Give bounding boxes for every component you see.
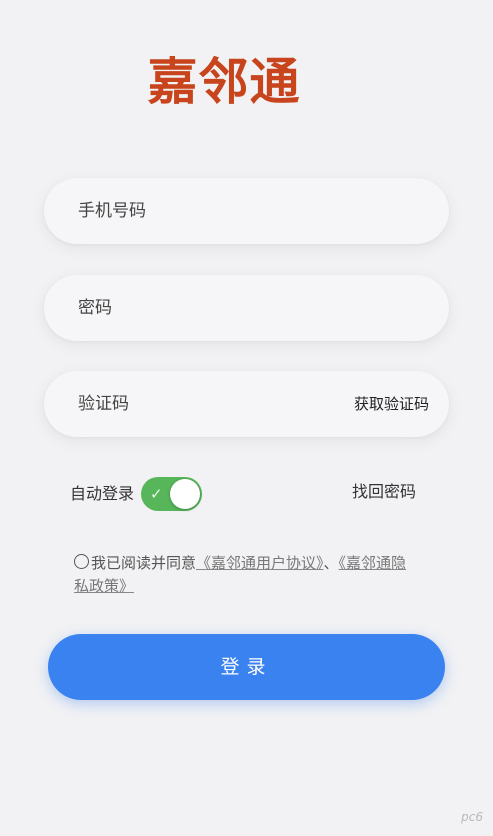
auto-login-label: 自动登录 [70,484,135,503]
watermark-logo: pc6 [461,810,483,824]
agreement-radio[interactable] [74,554,89,569]
user-agreement-link[interactable]: 《嘉邻通用户协议》 [196,554,324,572]
login-button[interactable]: 登录 [48,634,445,700]
verification-code-input[interactable]: 验证码 获取验证码 [44,371,449,437]
app-logo: 嘉邻通 [147,53,301,111]
forgot-password-link[interactable]: 找回密码 [352,480,416,504]
agreement-text: 我已阅读并同意《嘉邻通用户协议》、《嘉邻通隐私政策》 [74,552,414,598]
toggle-knob [170,479,200,509]
password-placeholder: 密码 [78,298,112,318]
phone-input[interactable]: 手机号码 [44,178,449,244]
phone-placeholder: 手机号码 [78,201,146,221]
auto-login-toggle[interactable]: ✓ [141,477,202,511]
agreement-separator: 、 [323,554,339,572]
password-input[interactable]: 密码 [44,275,449,341]
verification-code-placeholder: 验证码 [78,394,129,414]
agreement-prefix: 我已阅读并同意 [91,554,197,572]
check-icon: ✓ [150,485,163,503]
get-code-button[interactable]: 获取验证码 [354,371,429,437]
